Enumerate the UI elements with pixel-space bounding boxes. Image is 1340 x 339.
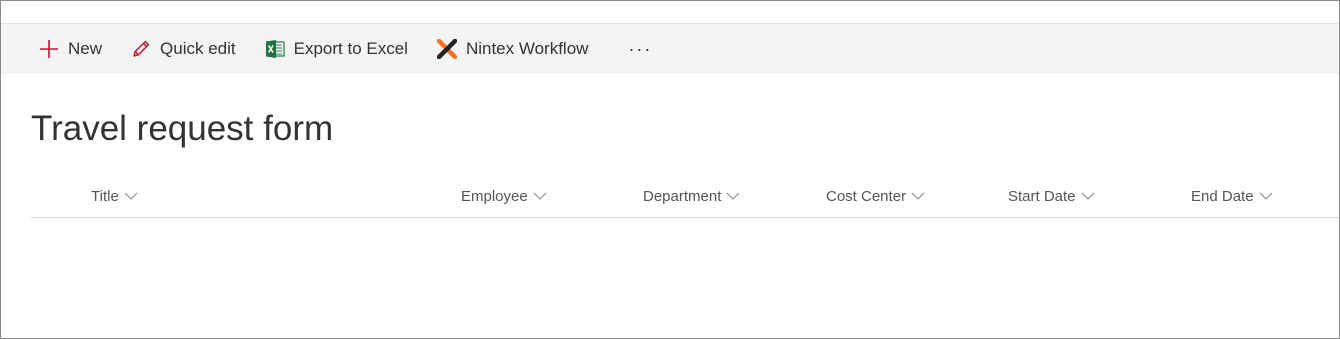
plus-icon [39, 39, 59, 59]
column-header-label: Title [91, 187, 119, 205]
column-header-end-date[interactable]: End Date [1191, 177, 1274, 215]
export-to-excel-label: Export to Excel [293, 39, 408, 58]
export-to-excel-button[interactable]: Export to Excel [265, 24, 408, 74]
chevron-down-icon [1258, 188, 1274, 204]
quick-edit-button-label: Quick edit [160, 39, 236, 58]
column-header-department[interactable]: Department [643, 177, 741, 215]
command-bar: New Quick edit Export to Excel Nintex Wo… [1, 23, 1339, 74]
column-header-start-date[interactable]: Start Date [1008, 177, 1096, 215]
excel-icon [265, 39, 285, 59]
chevron-down-icon [910, 188, 926, 204]
more-options-button[interactable]: ··· [626, 24, 654, 74]
new-button[interactable]: New [39, 24, 102, 74]
chevron-down-icon [123, 188, 139, 204]
column-header-label: End Date [1191, 187, 1254, 205]
pencil-icon [131, 39, 151, 59]
ellipsis-icon: ··· [628, 38, 653, 59]
column-header-employee[interactable]: Employee [461, 177, 548, 215]
nintex-workflow-label: Nintex Workflow [465, 39, 589, 58]
nintex-logo-icon [436, 39, 457, 59]
nintex-workflow-button[interactable]: Nintex Workflow [436, 24, 589, 74]
column-header-label: Employee [461, 187, 528, 205]
page-title: Travel request form [31, 109, 334, 148]
column-header-label: Cost Center [826, 187, 907, 205]
chevron-down-icon [725, 188, 741, 204]
column-header-title[interactable]: Title [91, 177, 139, 215]
column-header-label: Start Date [1008, 187, 1076, 205]
quick-edit-button[interactable]: Quick edit [131, 24, 236, 74]
column-header-label: Department [643, 187, 722, 205]
chevron-down-icon [532, 188, 548, 204]
chevron-down-icon [1080, 188, 1096, 204]
column-header-cost-center[interactable]: Cost Center [826, 177, 926, 215]
new-button-label: New [68, 39, 103, 58]
list-view-frame: New Quick edit Export to Excel Nintex Wo… [0, 0, 1340, 339]
list-header-row: Title Employee Department Cost Center St… [31, 177, 1339, 218]
